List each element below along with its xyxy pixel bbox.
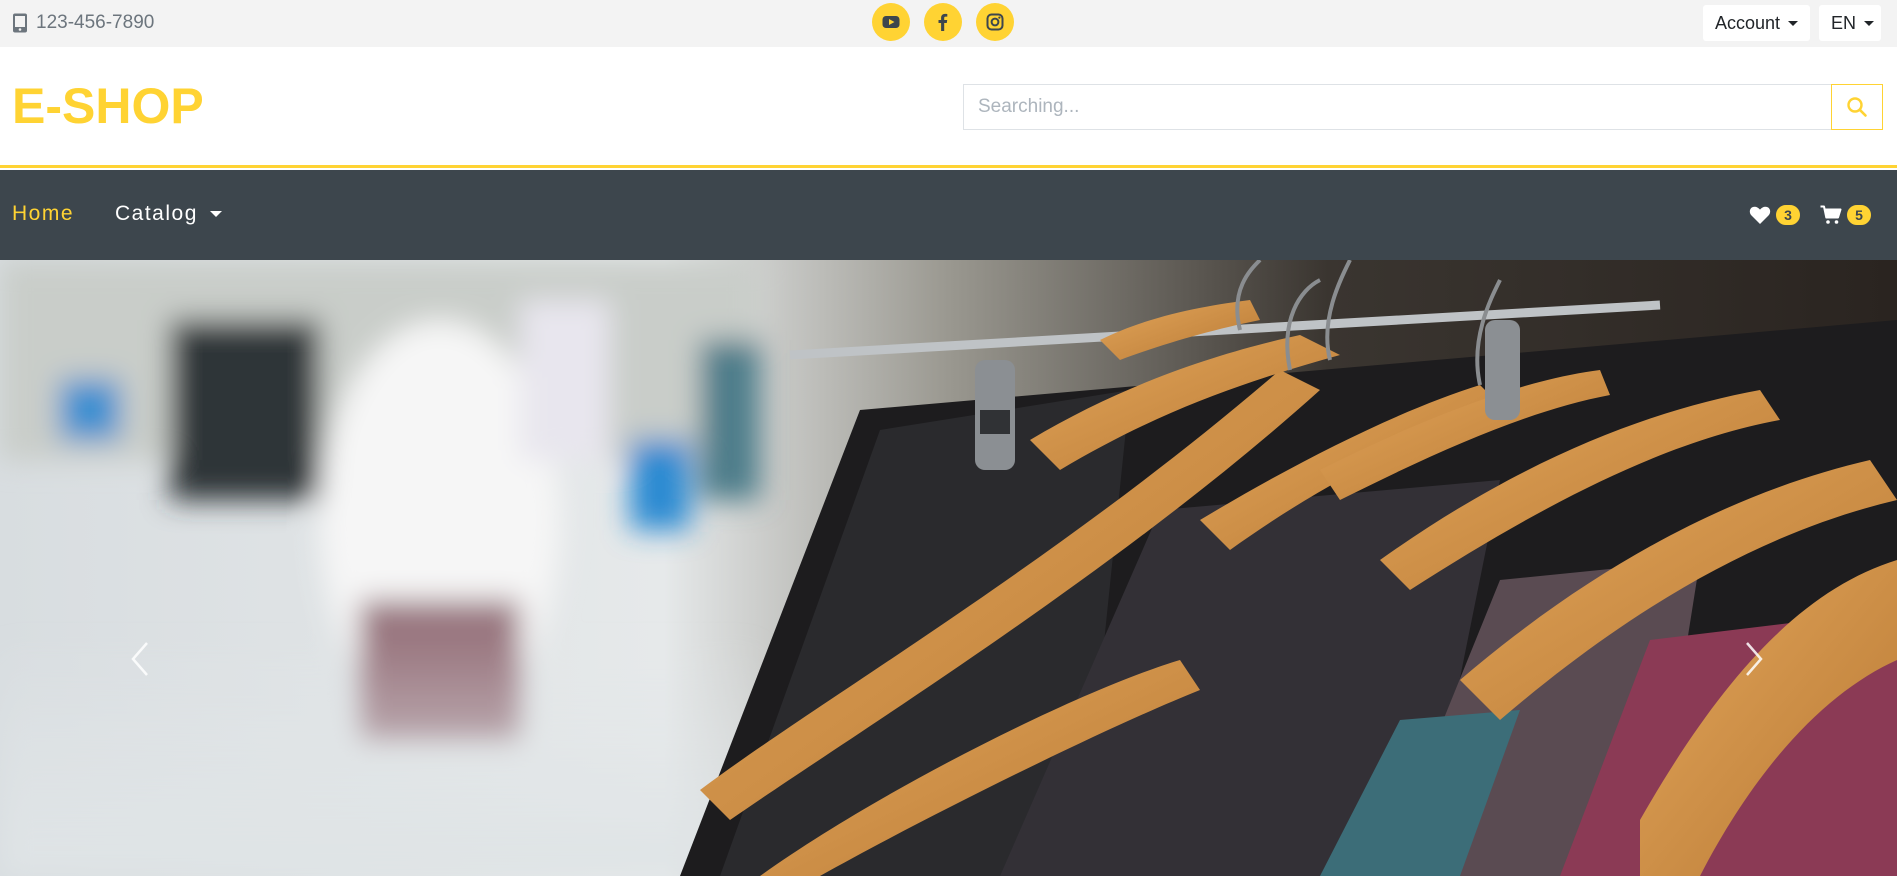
carousel-next-button[interactable] [1734, 629, 1774, 689]
wishlist-button[interactable]: 3 [1749, 203, 1802, 227]
chevron-left-icon [131, 642, 148, 676]
carousel-image [0, 260, 1897, 876]
hero-carousel [0, 260, 1897, 876]
chevron-down-icon [1788, 20, 1799, 26]
clothes-rack-photo [0, 260, 1897, 876]
top-bar: 123-456-7890 Account EN [0, 0, 1897, 47]
search-input[interactable] [963, 84, 1831, 130]
chevron-down-icon [1864, 20, 1875, 26]
social-links [872, 3, 1028, 41]
wishlist-count-badge: 3 [1774, 203, 1802, 227]
nav-catalog-label: Catalog [115, 202, 198, 225]
search-icon [1847, 97, 1867, 117]
cart-count-badge: 5 [1845, 203, 1873, 227]
shopping-cart-icon [1820, 205, 1842, 224]
heart-icon [1749, 206, 1771, 224]
phone-number: 123-456-7890 [36, 12, 155, 33]
site-header: E-SHOP [0, 47, 1897, 168]
nav-home[interactable]: Home [12, 202, 74, 226]
nav-catalog-dropdown[interactable]: Catalog [115, 202, 222, 226]
instagram-icon [986, 13, 1004, 31]
youtube-icon [882, 16, 900, 28]
account-dropdown[interactable]: Account [1703, 5, 1810, 41]
nav-home-label: Home [12, 202, 75, 225]
phone-icon [13, 13, 27, 33]
language-label: EN [1831, 12, 1857, 33]
facebook-link[interactable] [924, 3, 962, 41]
carousel-prev-button[interactable] [120, 629, 160, 689]
instagram-link[interactable] [976, 3, 1014, 41]
account-label: Account [1715, 12, 1781, 33]
chevron-right-icon [1746, 642, 1763, 676]
facebook-icon [938, 13, 948, 31]
cart-button[interactable]: 5 [1820, 203, 1873, 227]
logo[interactable]: E-SHOP [12, 77, 204, 135]
search-button[interactable] [1831, 84, 1883, 130]
search-form [963, 84, 1883, 130]
chevron-down-icon [209, 211, 222, 217]
language-dropdown[interactable]: EN [1819, 5, 1881, 41]
youtube-link[interactable] [872, 3, 910, 41]
main-navbar: Home Catalog 3 5 [0, 170, 1897, 260]
phone-contact: 123-456-7890 [12, 12, 154, 34]
